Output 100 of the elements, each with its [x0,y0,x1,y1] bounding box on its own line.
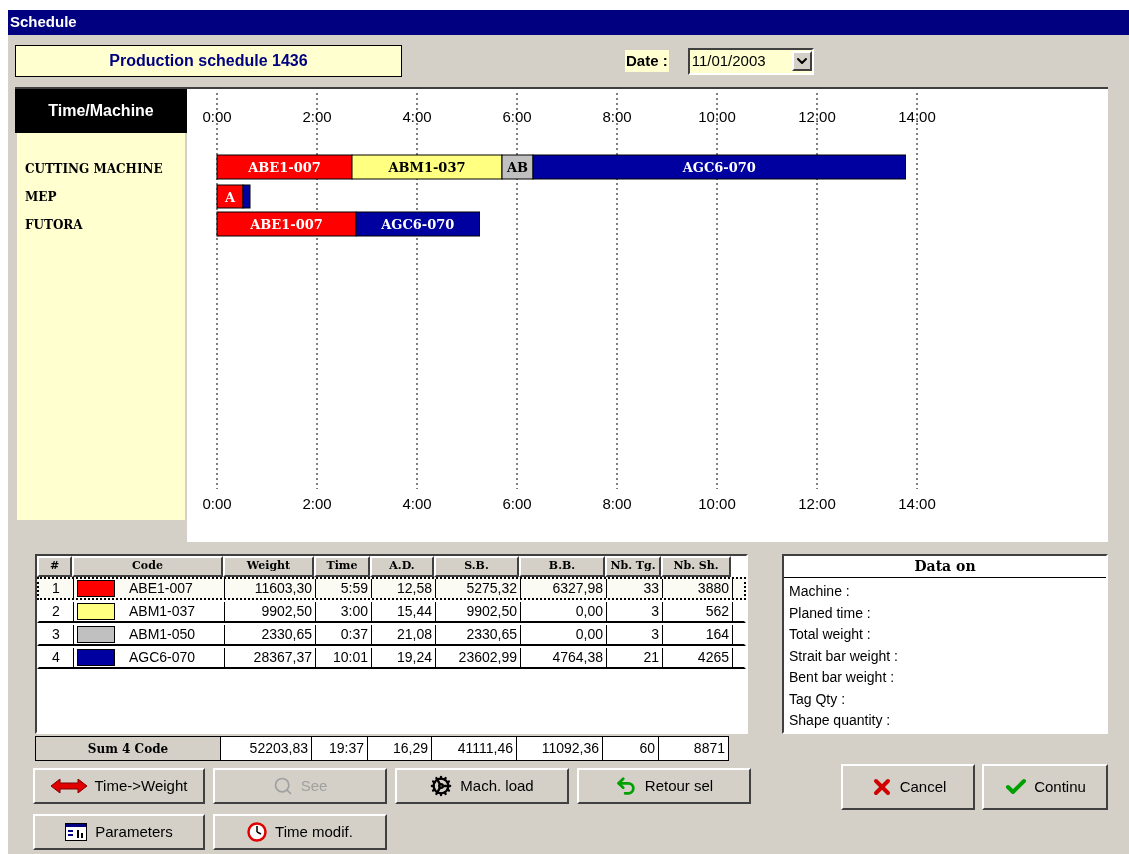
table-cell-text: 23602,99 [458,648,517,667]
date-dropdown[interactable]: 11/01/2003 [687,47,814,75]
time-tick-label: 4:00 [402,495,432,512]
table-cell-text: 3:00 [340,602,368,621]
time-tick-label: 8:00 [602,495,632,512]
machine-label: FUTORA [25,216,83,234]
table-cell-text: 0:37 [340,625,368,644]
cancel-button[interactable]: Cancel [841,764,975,810]
time-tick-label: 10:00 [698,108,736,125]
toolbar-button[interactable]: Time->Weight [33,768,205,804]
column-header[interactable]: Nb. Sh. [661,556,731,577]
time-tick-label: 12:00 [798,108,836,125]
table-cell-text: 33 [643,579,659,598]
series-label: ABM1-037 [387,160,466,175]
table-cell-text: 164 [705,625,729,644]
sum-cell: 19:37 [312,736,368,761]
sum-cell: 60 [603,736,659,761]
table-cell-text: 3 [52,625,60,644]
table-cell-text: 3 [651,602,659,621]
table-row[interactable]: 3 ABM1-050 2330,65 0:37 21,08 2330,65 0,00 3 164 [37,623,746,646]
schedule-bar[interactable] [216,184,244,209]
column-header[interactable]: # [37,556,72,577]
table-cell-text: 11603,30 [254,579,312,598]
column-header[interactable]: Code [72,556,223,577]
table-cell-text: 4764,38 [552,648,603,667]
panel-title: Data on [784,556,1106,578]
double-arrow-icon [50,779,87,793]
toolbar-button[interactable]: Mach. load [395,768,569,804]
schedule-bar[interactable]: AGC6-070 [532,154,906,180]
toolbar-button[interactable]: Parameters [33,814,205,850]
field-label: Planed time : [789,603,872,623]
table-cell-text: 2 [52,602,60,621]
bar-label: A [224,189,236,205]
table-cell-text: 15,44 [396,602,432,621]
schedule-bar[interactable]: ABM1-037 [351,154,503,180]
time-tick-label: 10:00 [698,495,736,512]
table-cell-text: 4 [52,648,60,667]
table-row[interactable]: 1 ABE1-007 11603,30 5:59 12,58 5275,32 6327,98 33 3880 [37,577,746,600]
schedule-bar[interactable]: ABE1-007 [216,154,353,180]
table-cell-text: 21,08 [396,625,432,644]
time-tick-label: 14:00 [898,108,936,125]
table-cell-text: 3 [651,625,659,644]
table-cell-text: 5275,32 [466,579,517,598]
table-cell-text: 9902,50 [466,602,517,621]
time-tick-label: 4:00 [402,108,432,125]
search-icon [272,776,293,796]
sum-label: Sum 4 Code [35,736,221,761]
time-tick-label: 6:00 [502,495,532,512]
table-cell-text: 5:59 [340,579,368,598]
schedule-bar[interactable]: AB [501,154,534,180]
table-row[interactable]: 4 AGC6-070 28367,37 10:01 19,24 23602,99 4764,38 21 4265 [37,646,746,669]
sum-cell: 8871 [659,736,729,761]
schedule-bar[interactable] [216,211,357,237]
sum-cell: 16,29 [368,736,432,761]
window-title: Schedule [8,10,1129,35]
time-tick-label: 8:00 [602,108,632,125]
series-label: AGC6-070 [681,160,756,175]
column-header[interactable]: Nb. Tg. [605,556,661,577]
series-label: ABE1-007 [247,160,321,175]
column-header[interactable]: S.B. [434,556,519,577]
field-label: Machine : [789,582,851,601]
toolbar-button[interactable]: Retour sel [577,768,751,804]
field-label: Bent bar weight : [789,668,896,687]
table-row[interactable]: 2 ABM1-037 9902,50 3:00 15,44 9902,50 0,00 3 562 [37,600,746,623]
time-tick-label: 0:00 [202,495,232,512]
table-cell-text: 3880 [697,579,729,598]
table-cell-text: 12,58 [396,579,432,598]
date-label: Date : [625,49,669,73]
sum-cell: 52203,83 [221,736,312,761]
return-arrow-icon [614,775,637,797]
table-cell-text: AGC6-070 [129,648,196,667]
time-machine-header: Time/Machine [15,89,187,133]
time-tick-label: 14:00 [898,495,936,512]
field-label: Shape quantity : [789,711,892,730]
table-cell-text: 2330,65 [261,625,312,644]
table-cell-text: 28367,37 [253,648,312,667]
machine-label: MEP [25,188,57,206]
field-label: Strait bar weight : [789,646,899,666]
table-cell-text: ABE1-007 [129,579,193,598]
time-tick-label: 0:00 [202,108,232,125]
continue-button[interactable]: Continu [982,764,1108,810]
sum-cell: 11092,36 [517,736,603,761]
column-header[interactable]: B.B. [519,556,605,577]
time-tick-label: 12:00 [798,495,836,512]
window-chart-icon [65,823,88,841]
time-tick-label: 6:00 [502,108,532,125]
schedule-bar[interactable] [355,211,480,237]
table-cell-text: 9902,50 [261,602,312,621]
machine-label: CUTTING MACHINE [25,160,163,178]
series-label: AB [505,160,529,175]
table-cell-text: 2330,65 [466,625,517,644]
column-header[interactable]: Time [314,556,370,577]
column-header[interactable]: Weight [223,556,314,577]
clock-icon [247,822,268,842]
bar-label: ABE1-007 [250,217,323,232]
table-cell-text: 1 [52,579,60,598]
table-cell-text: 10:01 [332,648,368,667]
column-header[interactable]: A.D. [370,556,434,577]
toolbar-button[interactable]: Time modif. [213,814,387,850]
gears-icon [430,775,453,797]
